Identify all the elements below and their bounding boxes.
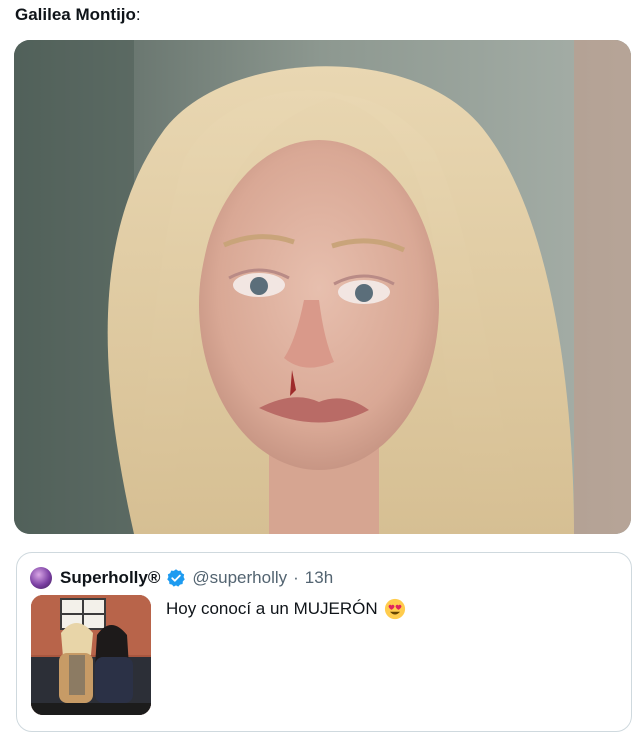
- main-tweet-photo[interactable]: [14, 40, 631, 534]
- tweet-author-caption: Galilea Montijo:: [15, 5, 141, 25]
- portrait-illustration: [14, 40, 631, 534]
- header-separator: ·: [293, 568, 299, 587]
- verified-badge-icon: [167, 569, 186, 587]
- quoted-timestamp[interactable]: 13h: [305, 568, 333, 588]
- avatar[interactable]: [30, 567, 52, 589]
- quoted-tweet-body: Hoy conocí a un MUJERÓN: [166, 599, 378, 618]
- author-name[interactable]: Galilea Montijo: [15, 5, 136, 24]
- thumbnail-illustration: [31, 595, 151, 715]
- quoted-handle[interactable]: @superholly: [192, 568, 287, 588]
- quoted-tweet-thumbnail[interactable]: [31, 595, 151, 715]
- quoted-tweet-header: Superholly® @superholly · 13h: [30, 567, 333, 589]
- quoted-display-name[interactable]: Superholly®: [60, 568, 160, 588]
- heart-eyes-emoji-icon: [384, 598, 405, 620]
- quoted-tweet-text: Hoy conocí a un MUJERÓN: [166, 598, 406, 620]
- quoted-tweet-card[interactable]: Superholly® @superholly · 13h Hoy conocí…: [16, 552, 632, 732]
- caption-colon: :: [135, 5, 141, 24]
